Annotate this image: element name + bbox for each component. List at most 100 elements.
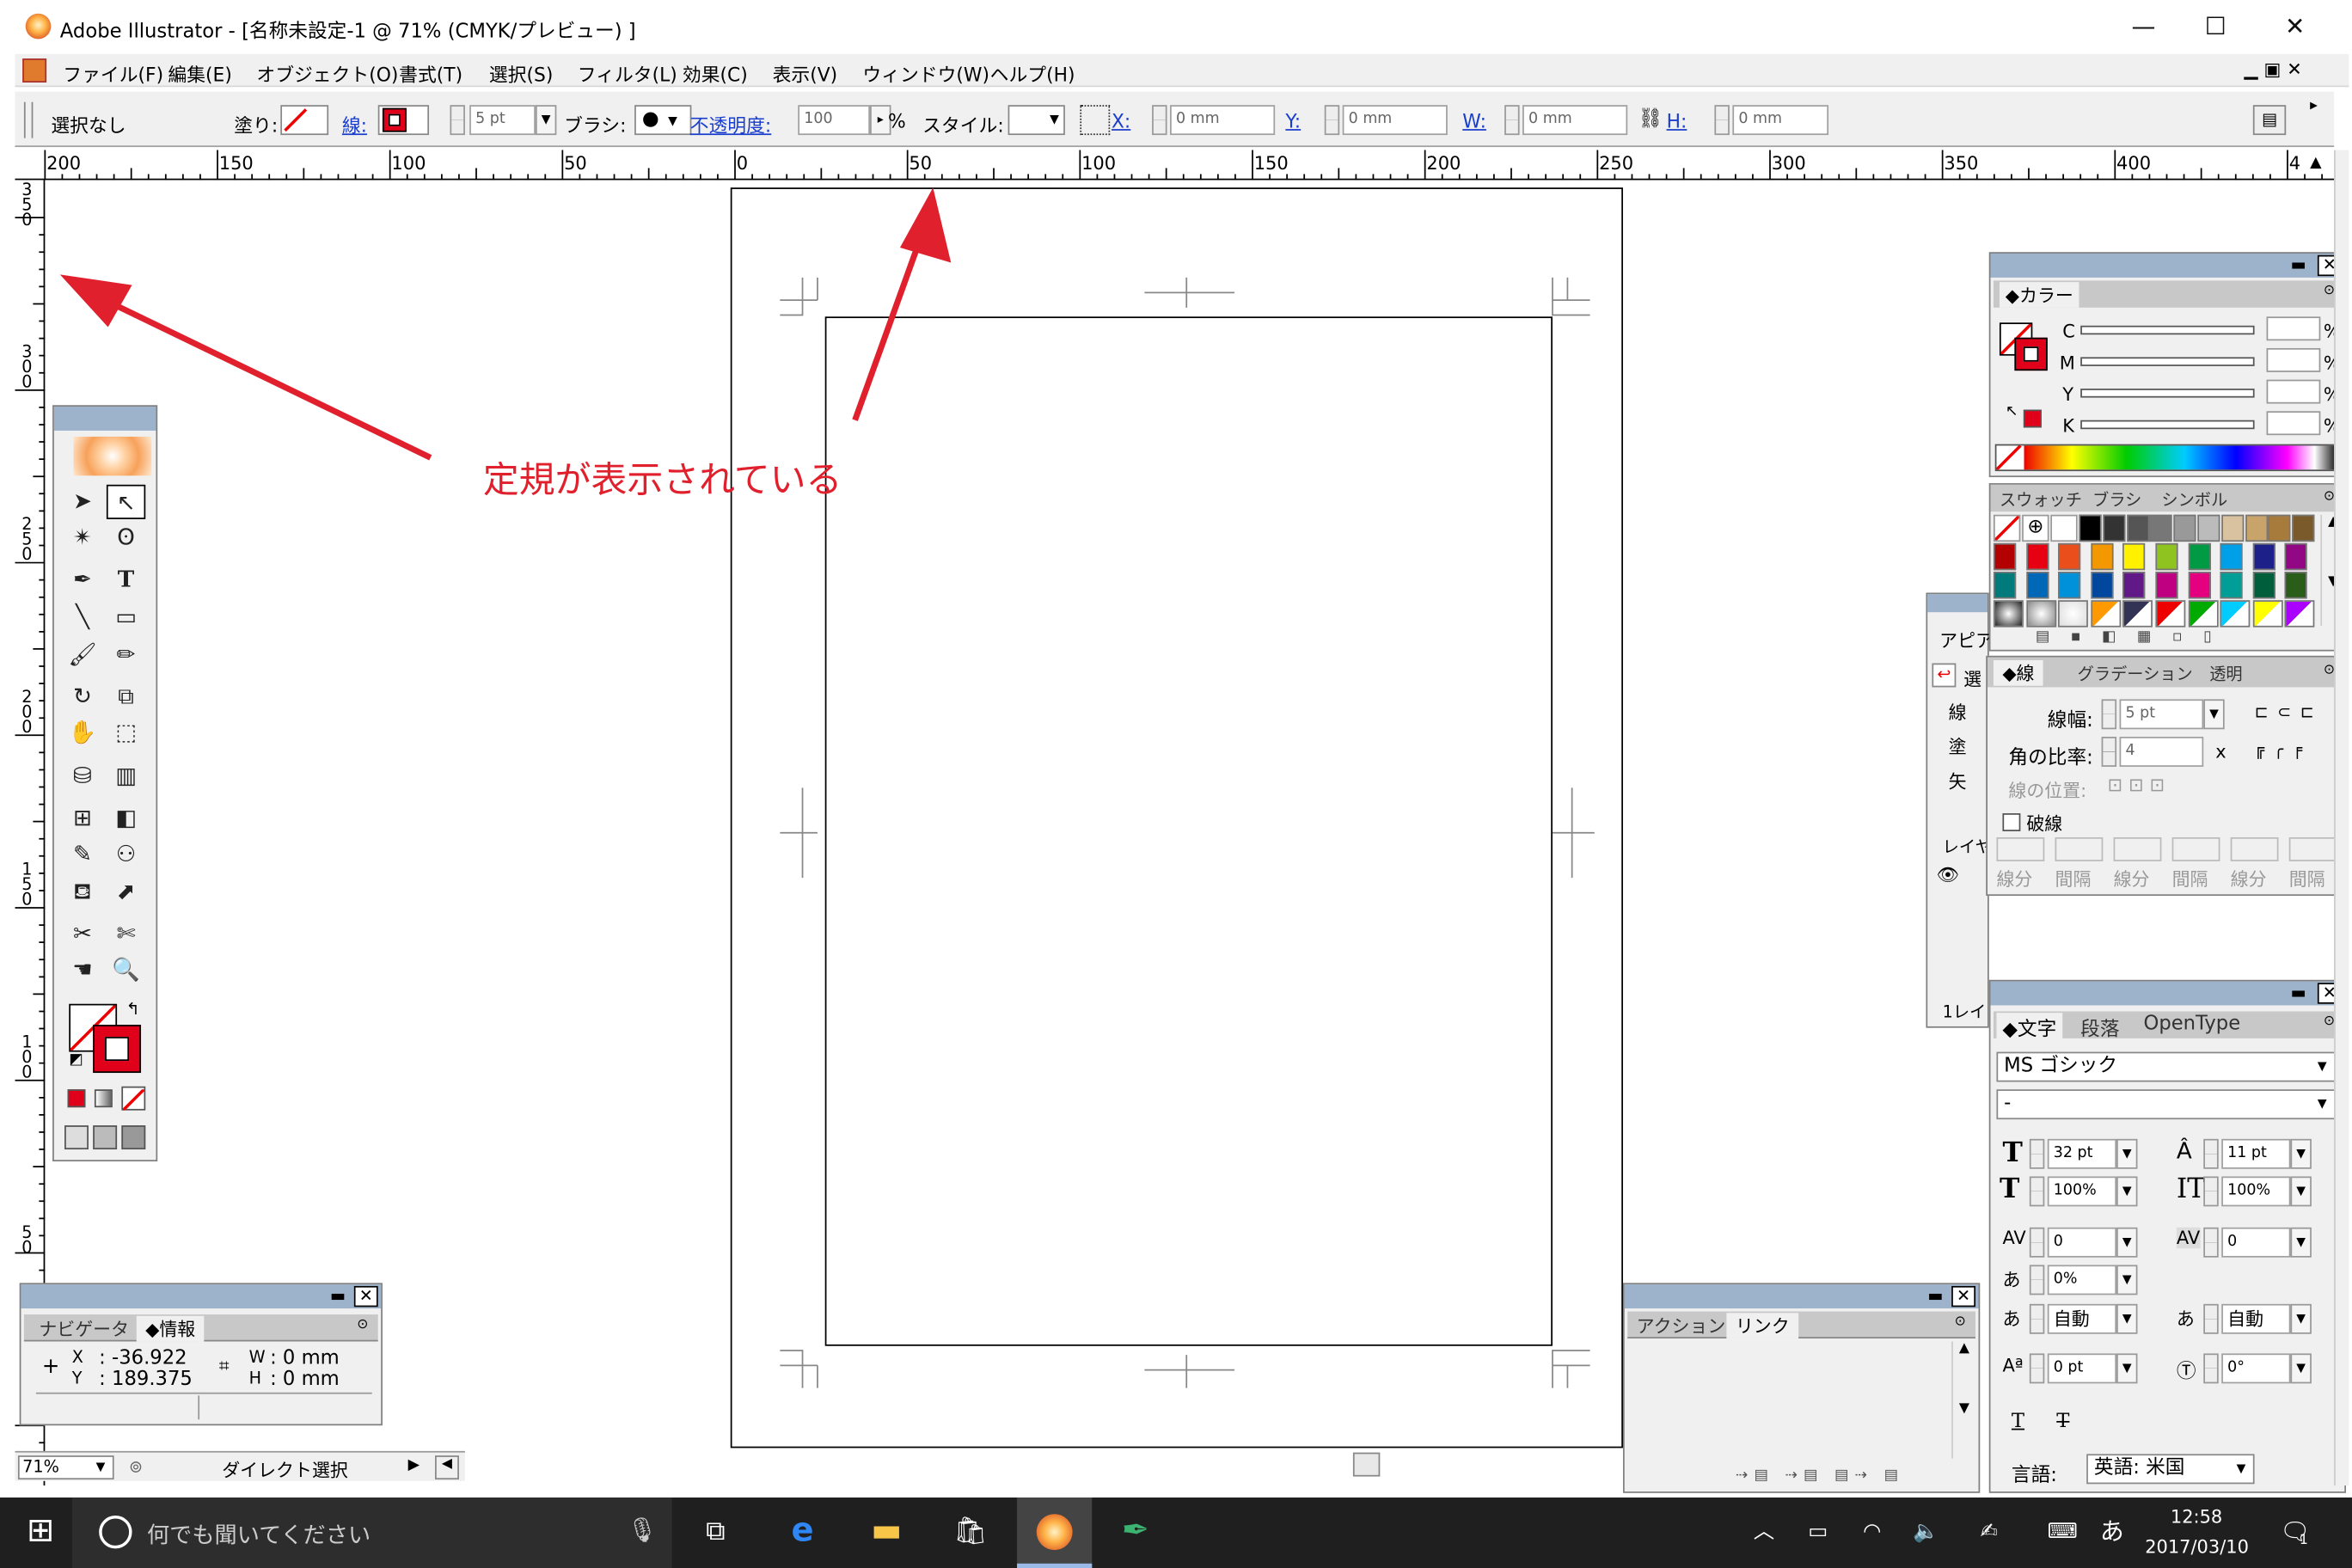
stroke-weight-field[interactable]: 5 pt [2119, 699, 2204, 730]
live-paint-tool-icon[interactable]: ⛾ [63, 875, 101, 910]
stroke-color-box[interactable] [93, 1025, 142, 1074]
swatch[interactable] [2155, 542, 2178, 571]
pencil-tool-icon[interactable]: ✏ [107, 638, 145, 672]
tracking-field[interactable]: 0 [2221, 1227, 2291, 1258]
pattern-swatch[interactable] [2220, 600, 2251, 628]
cap-style-icons[interactable]: ⊏⊂⊏ [2255, 702, 2324, 722]
swatch[interactable] [2188, 572, 2211, 599]
keyboard-icon[interactable]: ⌨ [2040, 1510, 2085, 1554]
panel-minimize-icon[interactable]: ▬ [330, 1286, 346, 1306]
pattern-swatch[interactable] [2122, 600, 2153, 628]
tab-appearance[interactable]: アピア [1939, 628, 1994, 653]
gap-field[interactable] [2171, 836, 2220, 861]
swatch[interactable] [2025, 572, 2049, 599]
swatches-toolbar-icons[interactable]: ▤▪◧▦▫▯ [2036, 628, 2233, 645]
gradient-mode-icon[interactable] [94, 1089, 113, 1108]
appearance-item-icon[interactable]: ↩ [1932, 663, 1957, 688]
tab-symbols[interactable]: シンボル [2161, 487, 2227, 511]
none-mode-icon[interactable] [121, 1086, 146, 1112]
dash-field[interactable] [2230, 836, 2279, 861]
microphone-icon[interactable]: 🎙 [627, 1516, 657, 1544]
swatch[interactable] [2155, 572, 2178, 599]
swatch[interactable] [2058, 572, 2081, 599]
free-transform-tool-icon[interactable]: ⬚ [107, 716, 145, 750]
gamut-color-swatch[interactable] [2023, 409, 2042, 428]
appearance-row[interactable]: 選 [1963, 666, 1981, 692]
swatch[interactable] [2025, 542, 2049, 571]
panel-minimize-icon[interactable]: ▬ [2290, 255, 2306, 275]
tracking-dropdown[interactable]: ▼ [2290, 1227, 2312, 1258]
panel-menu-icon[interactable]: ⊙ [357, 1318, 368, 1332]
selection-tool-icon[interactable]: ➤ [63, 485, 101, 519]
standard-screen-mode-icon[interactable] [64, 1125, 89, 1150]
swatch[interactable] [2173, 514, 2196, 542]
swatch[interactable] [2122, 572, 2146, 599]
pattern-swatch[interactable] [2188, 600, 2218, 628]
leading-stepper[interactable] [2203, 1138, 2219, 1169]
blend-tool-icon[interactable]: ⚇ [107, 837, 145, 872]
magic-wand-tool-icon[interactable]: ✴ [63, 521, 101, 555]
aki-left-field[interactable]: 自動 [2047, 1303, 2117, 1334]
tab-character[interactable]: ◆文字 [1996, 1013, 2063, 1042]
pattern-swatch[interactable] [2285, 600, 2316, 628]
font-family-dropdown-icon[interactable]: ▼ [2318, 1059, 2327, 1073]
dashed-line-checkbox[interactable] [2002, 813, 2021, 832]
paintbrush-tool-icon[interactable]: 🖌 [63, 638, 101, 672]
underline-icon[interactable]: T [2012, 1411, 2024, 1433]
tab-navigator[interactable]: ナビゲータ [39, 1316, 129, 1342]
full-screen-mode-icon[interactable] [121, 1125, 146, 1150]
tab-layers[interactable]: レイヤ [1943, 834, 1992, 858]
v-scale-stepper[interactable] [2203, 1176, 2219, 1207]
zoom-tool-icon[interactable]: 🔍 [107, 952, 145, 987]
line-tool-icon[interactable]: ╲ [63, 600, 101, 634]
h-scale-field[interactable]: 100% [2047, 1176, 2117, 1207]
font-size-field[interactable]: 32 pt [2047, 1138, 2117, 1169]
tsume-field[interactable]: 0% [2047, 1265, 2117, 1295]
color-spectrum-bar[interactable] [1994, 444, 2341, 472]
pattern-swatch[interactable] [2025, 600, 2056, 628]
live-paint-selection-tool-icon[interactable]: ⬈ [107, 875, 145, 910]
swatch[interactable] [2058, 542, 2081, 571]
font-size-dropdown[interactable]: ▼ [2116, 1138, 2138, 1169]
miter-limit-field[interactable]: 4 [2119, 737, 2204, 767]
gap-field[interactable] [2055, 836, 2104, 861]
links-toolbar-icons[interactable]: ⇢▤ ⇢▤ ▤⇢ ▤ [1736, 1467, 1904, 1484]
dash-field[interactable] [2113, 836, 2162, 861]
strikethrough-icon[interactable]: T [2056, 1411, 2069, 1433]
app-pen-icon[interactable]: ✒ [1113, 1510, 1158, 1554]
pen-tool-icon[interactable]: ✒ [63, 563, 101, 597]
search-box[interactable]: 何でも聞いてください 🎙 [71, 1498, 672, 1568]
swatch[interactable] [1993, 572, 2017, 599]
tab-actions[interactable]: アクション [1637, 1313, 1726, 1338]
pattern-swatch[interactable] [2252, 600, 2283, 628]
h-scale-dropdown[interactable]: ▼ [2116, 1176, 2138, 1207]
default-colors-icon[interactable]: ◩ [69, 1052, 83, 1069]
swatch[interactable] [2220, 572, 2243, 599]
font-family-select[interactable]: MS ゴシック [1996, 1051, 2339, 1082]
out-of-gamut-icon[interactable]: ↖ [2006, 404, 2018, 420]
color-mode-icon[interactable] [67, 1089, 86, 1108]
full-screen-menu-mode-icon[interactable] [93, 1125, 118, 1150]
panel-menu-icon[interactable]: ⊙ [2324, 664, 2335, 678]
swatch[interactable] [2245, 514, 2268, 542]
panel-title-bar[interactable] [1927, 594, 1988, 613]
swatch[interactable] [2091, 572, 2114, 599]
swatch[interactable] [2220, 542, 2243, 571]
aki-right-dropdown[interactable]: ▼ [2290, 1303, 2312, 1334]
baseline-stepper[interactable] [2029, 1353, 2045, 1384]
volume-icon[interactable]: 🔈 [1908, 1510, 1945, 1554]
swap-fill-stroke-icon[interactable]: ↰ [126, 1000, 140, 1020]
leading-field[interactable]: 11 pt [2221, 1138, 2291, 1169]
gradient-tool-icon[interactable]: ◧ [107, 801, 145, 836]
battery-icon[interactable]: ▭ [1800, 1510, 1836, 1554]
channel-c-slider[interactable] [2080, 325, 2255, 335]
tab-paragraph[interactable]: 段落 [2080, 1013, 2119, 1041]
gap-field[interactable] [2288, 836, 2337, 861]
join-style-icons[interactable]: ╔╭╒ [2255, 740, 2312, 760]
channel-k-slider[interactable] [2080, 420, 2255, 430]
panel-title-bar[interactable]: ▬ ✕ [1624, 1284, 1979, 1309]
swatch[interactable] [2252, 572, 2275, 599]
clock-date[interactable]: 2017/03/10 [2145, 1536, 2249, 1557]
leading-dropdown[interactable]: ▼ [2290, 1138, 2312, 1169]
panel-title-bar[interactable]: ▬ ✕ [21, 1284, 382, 1309]
